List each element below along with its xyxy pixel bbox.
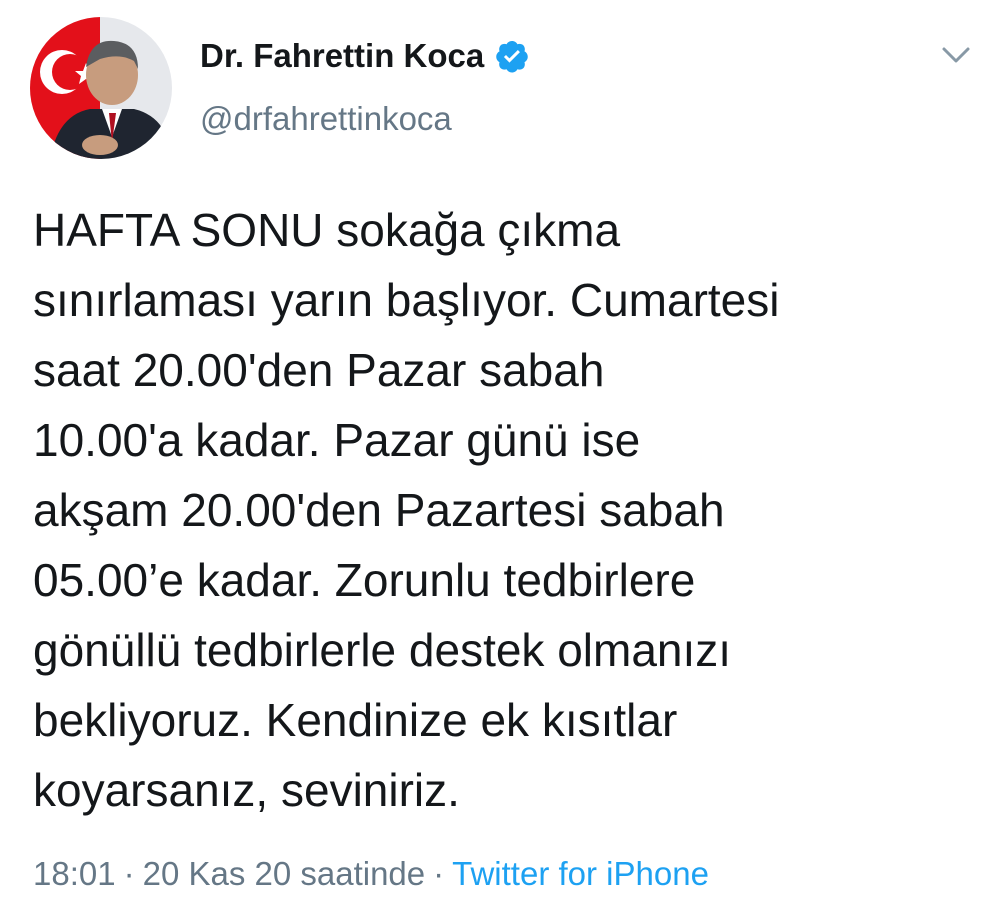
chevron-down-icon[interactable] bbox=[938, 40, 974, 70]
tweet-line: gönüllü tedbirlerle destek olmanızı bbox=[33, 624, 732, 676]
tweet-line: 05.00’e kadar. Zorunlu tedbirlere bbox=[33, 554, 696, 606]
tweet-line: koyarsanız, seviniriz. bbox=[33, 764, 460, 816]
tweet-time[interactable]: 18:01 bbox=[33, 855, 116, 893]
tweet-line: akşam 20.00'den Pazartesi sabah bbox=[33, 484, 725, 536]
verified-badge-icon bbox=[496, 41, 528, 73]
meta-separator: · bbox=[123, 855, 135, 892]
tweet-meta: 18:01 · 20 Kas 20 saatinde · Twitter for… bbox=[33, 855, 709, 893]
tweet-source-link[interactable]: Twitter for iPhone bbox=[452, 855, 709, 893]
tweet-line: 10.00'a kadar. Pazar günü ise bbox=[33, 414, 641, 466]
author-handle[interactable]: @drfahrettinkoca bbox=[200, 100, 452, 138]
meta-separator: · bbox=[433, 855, 445, 892]
tweet-line: sınırlaması yarın başlıyor. Cumartesi bbox=[33, 274, 780, 326]
tweet-text: HAFTA SONU sokağa çıkma sınırlaması yarı… bbox=[33, 195, 973, 825]
tweet-line: HAFTA SONU sokağa çıkma bbox=[33, 204, 621, 256]
avatar-photo bbox=[30, 17, 172, 159]
tweet-line: saat 20.00'den Pazar sabah bbox=[33, 344, 605, 396]
tweet-line: bekliyoruz. Kendinize ek kısıtlar bbox=[33, 694, 678, 746]
tweet-date[interactable]: 20 Kas 20 saatinde bbox=[143, 855, 426, 893]
author-name-row[interactable]: Dr. Fahrettin Koca bbox=[200, 34, 530, 78]
avatar[interactable] bbox=[30, 17, 172, 159]
author-display-name[interactable]: Dr. Fahrettin Koca bbox=[200, 37, 484, 75]
